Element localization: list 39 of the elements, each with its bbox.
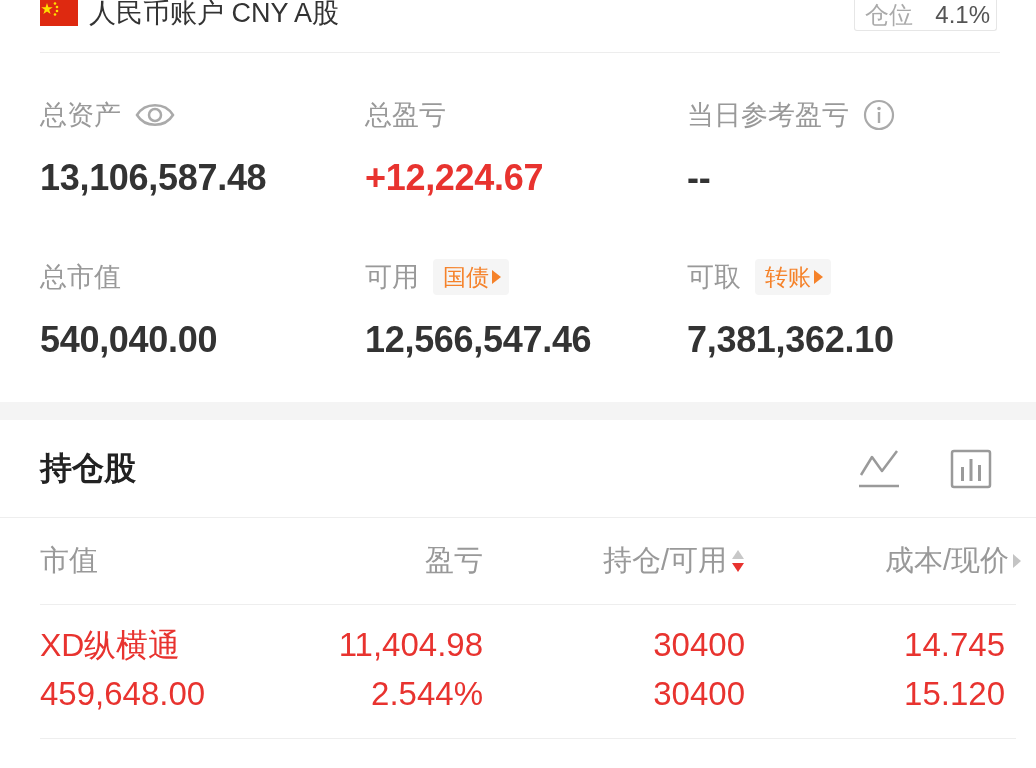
- column-header[interactable]: 成本/现价: [884, 541, 1009, 581]
- account-title: 人民币账户 CNY A股: [89, 0, 340, 26]
- table-cell-text: 11,404.98: [337, 625, 483, 665]
- summary-label: 总市值: [40, 261, 121, 294]
- sort-icon[interactable]: [731, 549, 745, 573]
- table-cell-text: 30400: [652, 674, 745, 714]
- info-icon[interactable]: [863, 99, 895, 131]
- summary-value: --: [687, 156, 711, 200]
- summary-label: 可用: [365, 261, 419, 294]
- section-title: 持仓股: [40, 448, 136, 488]
- summary-label: 可取: [687, 261, 741, 294]
- bar-chart-icon[interactable]: [950, 448, 992, 489]
- position-value: 4.1%: [935, 1, 990, 29]
- column-header: 盈亏: [425, 543, 483, 578]
- eye-icon[interactable]: [135, 101, 175, 129]
- shortcut-tag-button[interactable]: 转账: [755, 259, 831, 295]
- shortcut-tag-button[interactable]: 国债: [433, 259, 509, 295]
- table-cell-text: 15.120: [903, 674, 1005, 714]
- summary-value: +12,224.67: [365, 156, 544, 200]
- triangle-right-icon: [814, 270, 823, 284]
- summary-value: 540,040.00: [40, 318, 218, 362]
- position-label: 仓位: [865, 0, 914, 30]
- summary-label: 总资产: [40, 99, 121, 132]
- stock-name[interactable]: XD纵横通: [40, 621, 260, 669]
- column-header[interactable]: 持仓/可用: [602, 541, 727, 581]
- column-header: 市值: [40, 543, 98, 578]
- summary-value: 7,381,362.10: [687, 318, 894, 362]
- table-cell-text: 2.544%: [370, 674, 483, 714]
- summary-value: 12,566,547.46: [365, 318, 592, 362]
- caret-right-icon[interactable]: [1013, 554, 1021, 568]
- table-cell-text: 30400: [652, 625, 745, 665]
- flag-icon: [40, 0, 78, 26]
- summary-label: 总盈亏: [365, 99, 446, 132]
- table-cell-text: 459,648.00: [40, 674, 207, 714]
- table-cell-text: 14.745: [903, 625, 1005, 665]
- line-chart-icon[interactable]: [858, 448, 900, 489]
- triangle-right-icon: [492, 270, 501, 284]
- summary-value: 13,106,587.48: [40, 156, 267, 200]
- summary-label: 当日参考盈亏: [687, 99, 849, 132]
